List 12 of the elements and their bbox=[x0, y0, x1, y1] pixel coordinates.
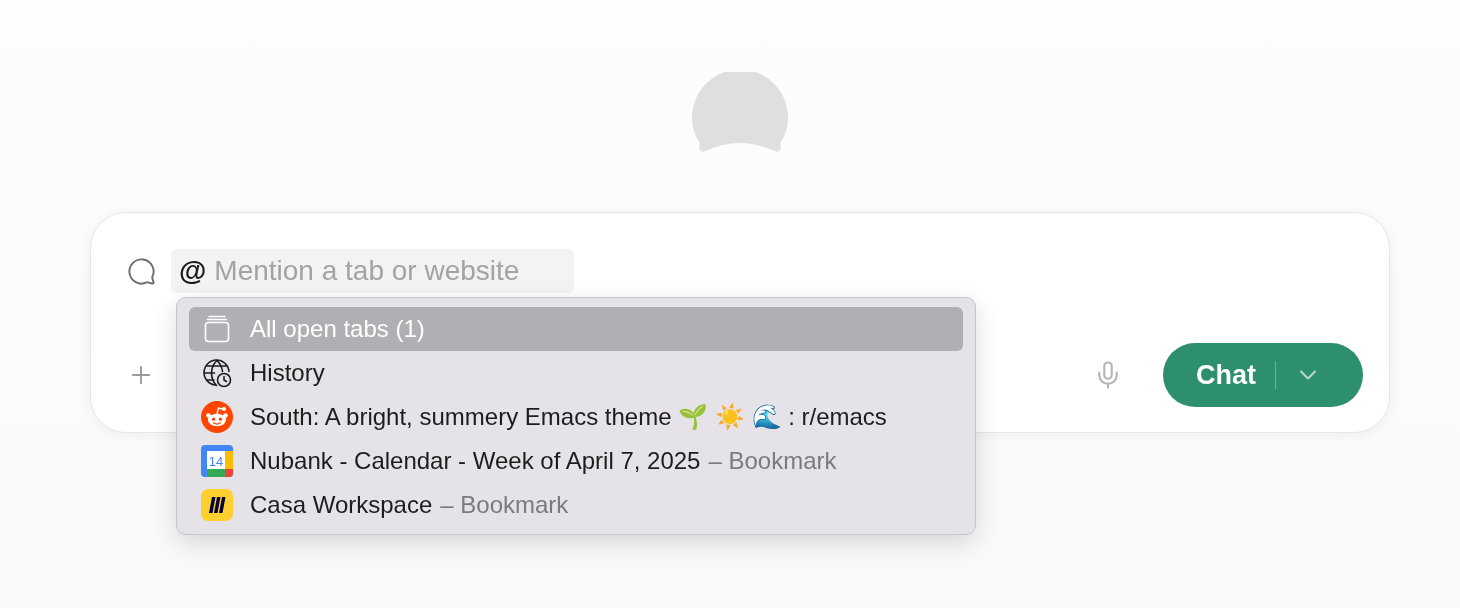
mention-field[interactable]: @ Mention a tab or website bbox=[171, 249, 575, 293]
speech-bubble-icon bbox=[127, 256, 156, 286]
menu-item[interactable]: History bbox=[189, 351, 963, 395]
slash-marks-icon bbox=[201, 489, 233, 521]
chat-send-button[interactable]: Chat bbox=[1196, 359, 1256, 391]
menu-item[interactable]: 14 Nubank - Calendar - Week of April 7, 2025 – Bookmark bbox=[189, 439, 963, 483]
alien-face-icon bbox=[201, 401, 233, 433]
menu-item[interactable]: Casa Workspace – Bookmark bbox=[189, 483, 963, 527]
menu-item[interactable]: South: A bright, summery Emacs theme 🌱 ☀ 🌊 : r/emacs bbox=[189, 395, 963, 439]
calendar-icon: 14 bbox=[201, 445, 233, 477]
globe-clock-icon bbox=[201, 357, 233, 389]
logo-icon bbox=[690, 72, 790, 155]
